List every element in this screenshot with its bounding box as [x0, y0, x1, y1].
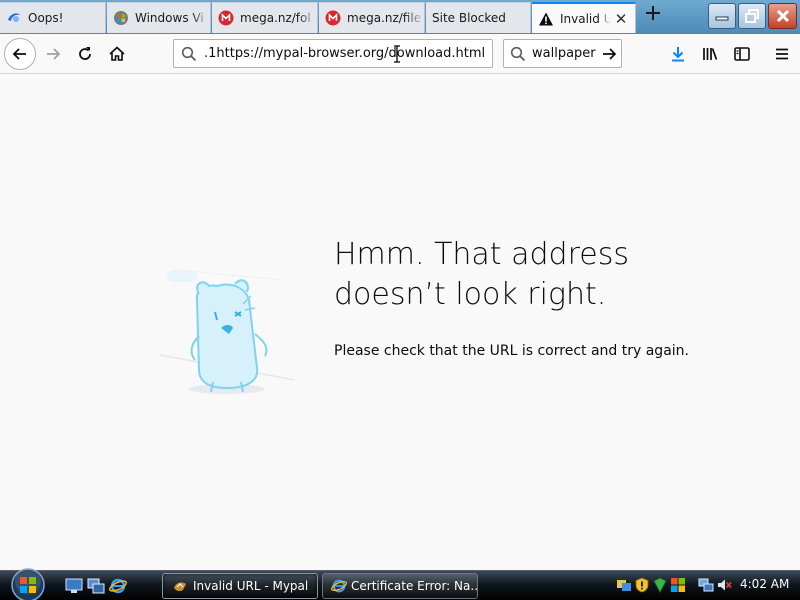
- url-input[interactable]: .1https://mypal-browser.org/download.htm…: [204, 46, 485, 61]
- restore-button[interactable]: [738, 3, 766, 29]
- internet-explorer-icon: [331, 578, 347, 594]
- url-bar[interactable]: .1https://mypal-browser.org/download.htm…: [173, 39, 493, 68]
- reload-button[interactable]: [70, 39, 100, 69]
- taskbar-button-label: Invalid URL - Mypal: [193, 579, 309, 593]
- error-illustration: [155, 260, 305, 400]
- text-cursor-icon: [392, 45, 402, 63]
- reload-icon: [79, 47, 91, 60]
- network-folder-icon[interactable]: [616, 577, 632, 593]
- internet-explorer-button[interactable]: [108, 576, 128, 596]
- minimize-button[interactable]: [708, 3, 736, 29]
- error-description: Please check that the URL is correct and…: [334, 343, 689, 359]
- show-desktop-button[interactable]: [64, 576, 84, 596]
- search-bar[interactable]: wallpaper: [503, 39, 622, 68]
- home-button[interactable]: [102, 39, 132, 69]
- sidebar-icon: [734, 47, 750, 61]
- start-button[interactable]: [8, 567, 48, 600]
- browser-globe-icon: [6, 10, 22, 26]
- close-button[interactable]: [768, 3, 797, 29]
- error-page: Hmm. That address doesn’t look right. Pl…: [0, 75, 800, 570]
- error-title: Hmm. That address doesn’t look right.: [334, 237, 629, 312]
- windows-update-icon[interactable]: [670, 577, 686, 593]
- new-tab-button[interactable]: [638, 4, 668, 30]
- taskbar-button-label: Certificate Error: Na...: [351, 579, 478, 593]
- tab-label: Site Blocked: [432, 11, 506, 25]
- windows-taskbar: Invalid URL - Mypal Certificate Error: N…: [0, 567, 800, 600]
- forward-button[interactable]: [38, 39, 68, 69]
- downloads-button[interactable]: [664, 39, 692, 69]
- security-shield-icon[interactable]: [634, 577, 650, 593]
- clock[interactable]: 4:02 AM: [740, 577, 789, 591]
- restore-icon: [745, 9, 759, 23]
- home-icon: [109, 46, 125, 61]
- tab-label: Windows Vi: [135, 11, 204, 25]
- search-icon: [504, 46, 532, 62]
- minimize-icon: [715, 16, 729, 21]
- mypal-icon: [171, 578, 189, 594]
- tab-mega-file[interactable]: mega.nz/file: [319, 2, 425, 33]
- mega-icon: [325, 10, 341, 26]
- tab-oops[interactable]: Oops!: [0, 2, 106, 33]
- taskbar-button-invalid-url[interactable]: Invalid URL - Mypal: [162, 573, 318, 599]
- tab-close-icon[interactable]: ✕: [611, 10, 631, 28]
- windows-globe-icon: [113, 10, 129, 26]
- windows-logo-icon: [11, 568, 45, 600]
- switch-windows-button[interactable]: [86, 576, 106, 596]
- tab-label: Oops!: [28, 11, 64, 25]
- library-icon: [703, 48, 718, 60]
- network-icon[interactable]: [698, 577, 714, 593]
- download-icon: [672, 47, 684, 62]
- menu-button[interactable]: [768, 39, 796, 69]
- search-go-button[interactable]: [597, 46, 621, 62]
- desktop-icon: [65, 578, 83, 593]
- tab-invalid-url[interactable]: Invalid U ✕: [532, 2, 636, 33]
- tab-label: mega.nz/file: [347, 11, 422, 25]
- library-button[interactable]: [696, 39, 724, 69]
- tab-strip: Oops! Windows Vi mega.nz/fol mega.nz/fil…: [0, 0, 800, 34]
- tab-mega-folder[interactable]: mega.nz/fol: [212, 2, 318, 33]
- plus-icon: [646, 6, 660, 20]
- warning-icon: [538, 11, 554, 27]
- mega-icon: [218, 10, 234, 26]
- tab-label: Invalid U: [560, 11, 611, 26]
- switch-windows-icon: [87, 578, 105, 594]
- tab-site-blocked[interactable]: Site Blocked: [426, 2, 531, 33]
- hamburger-menu-icon: [776, 48, 788, 60]
- search-icon: [174, 46, 204, 62]
- arrow-right-icon: [47, 48, 61, 60]
- search-input[interactable]: wallpaper: [532, 46, 597, 61]
- tab-label: mega.nz/fol: [240, 11, 311, 25]
- volume-muted-icon[interactable]: [716, 577, 732, 593]
- back-button[interactable]: [4, 38, 36, 70]
- antivirus-icon[interactable]: [652, 577, 668, 593]
- tab-windows[interactable]: Windows Vi: [107, 2, 211, 33]
- sidebar-button[interactable]: [728, 39, 756, 69]
- arrow-left-icon: [12, 48, 26, 60]
- close-icon: [776, 9, 789, 23]
- arrow-right-icon: [603, 47, 617, 60]
- taskbar-button-certificate-error[interactable]: Certificate Error: Na...: [322, 573, 478, 599]
- internet-explorer-icon: [109, 578, 127, 594]
